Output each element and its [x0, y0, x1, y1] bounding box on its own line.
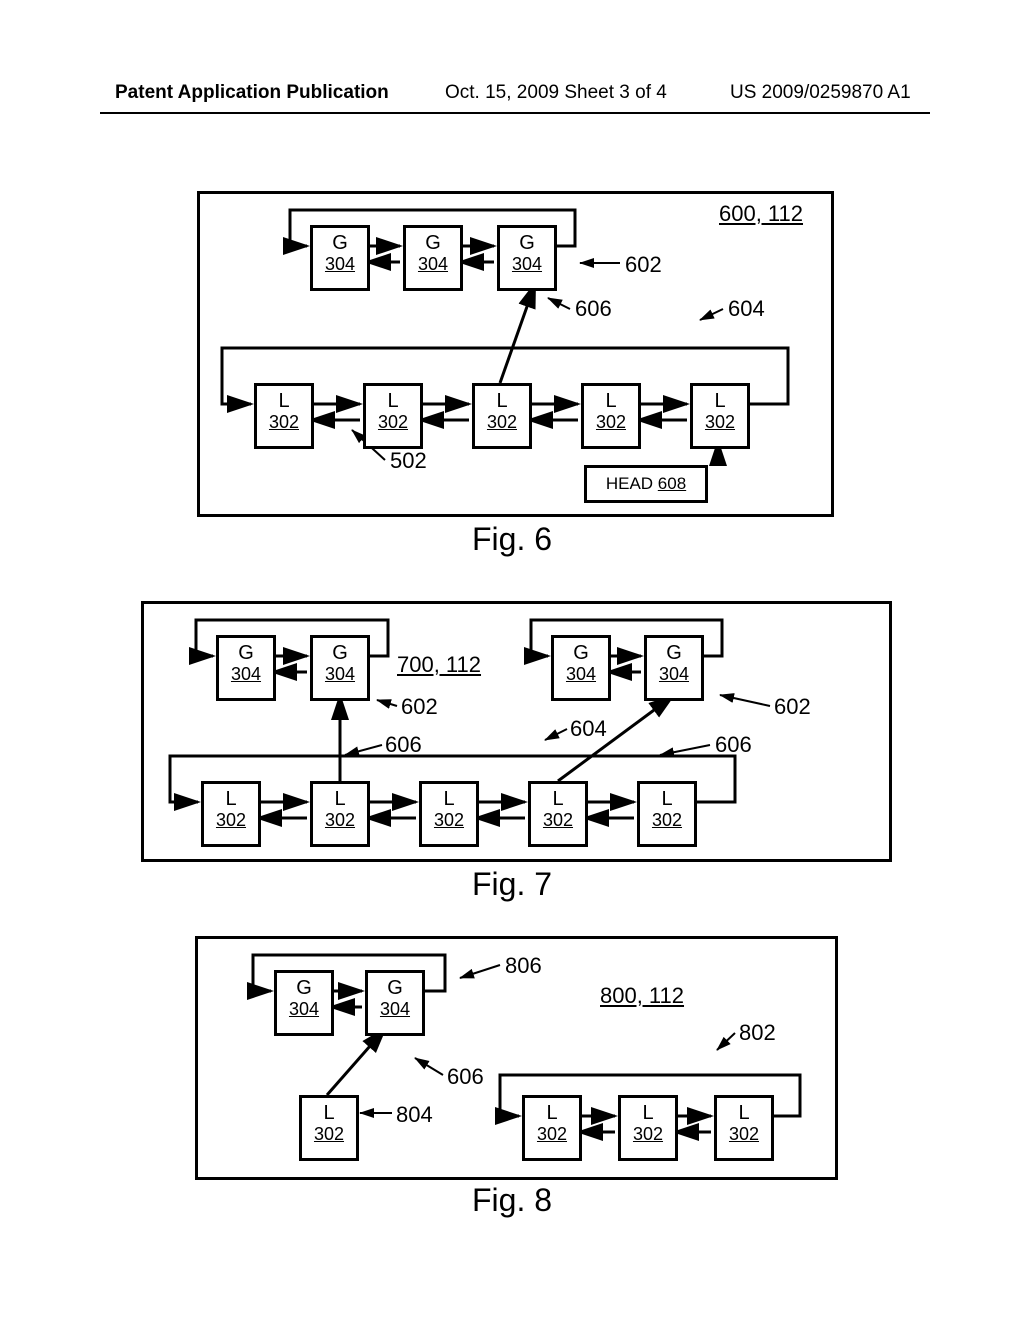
fig6-g-2: G 304: [403, 225, 463, 291]
fig6-606: 606: [575, 296, 612, 322]
fig7-604: 604: [570, 716, 607, 742]
fig6-head: HEAD 608: [584, 465, 708, 503]
header-right: US 2009/0259870 A1: [730, 82, 911, 104]
fig8-g-2: G304: [365, 970, 425, 1036]
g-ref: 304: [406, 255, 460, 273]
fig8-caption: Fig. 8: [0, 1182, 1024, 1219]
fig7-606a: 606: [385, 732, 422, 758]
fig6-502: 502: [390, 448, 427, 474]
head-label: HEAD: [606, 474, 653, 493]
fig7-l-1: L302: [201, 781, 261, 847]
fig6-caption: Fig. 6: [0, 521, 1024, 558]
l-ref: 302: [475, 413, 529, 431]
fig7-606b: 606: [715, 732, 752, 758]
header-mid: Oct. 15, 2009 Sheet 3 of 4: [445, 82, 667, 104]
g-ref: 304: [500, 255, 554, 273]
g-label: G: [519, 232, 535, 254]
l-label: L: [496, 390, 507, 412]
fig6-l-1: L 302: [254, 383, 314, 449]
fig6-604: 604: [728, 296, 765, 322]
l-ref: 302: [693, 413, 747, 431]
fig7-602b: 602: [774, 694, 811, 720]
fig8-l-iso: L302: [299, 1095, 359, 1161]
header-left: Patent Application Publication: [115, 82, 389, 104]
fig6-g-3: G 304: [497, 225, 557, 291]
fig7-l-2: L302: [310, 781, 370, 847]
l-label: L: [714, 390, 725, 412]
g-label: G: [425, 232, 441, 254]
fig8-l-3: L302: [714, 1095, 774, 1161]
page: Patent Application Publication Oct. 15, …: [0, 0, 1024, 1320]
fig8-l-1: L302: [522, 1095, 582, 1161]
fig7-602a: 602: [401, 694, 438, 720]
fig7-mainref: 700, 112: [397, 652, 481, 678]
fig7-caption: Fig. 7: [0, 866, 1024, 903]
fig8-806: 806: [505, 953, 542, 979]
fig7-l-5: L302: [637, 781, 697, 847]
l-label: L: [605, 390, 616, 412]
fig8-g-1: G304: [274, 970, 334, 1036]
fig6-mainref: 600, 112: [719, 201, 803, 227]
l-label: L: [278, 390, 289, 412]
fig8-802: 802: [739, 1020, 776, 1046]
fig8-606: 606: [447, 1064, 484, 1090]
l-label: L: [387, 390, 398, 412]
fig6-l-3: L 302: [472, 383, 532, 449]
fig6-g-1: G 304: [310, 225, 370, 291]
l-ref: 302: [257, 413, 311, 431]
fig6-602: 602: [625, 252, 662, 278]
fig8-804: 804: [396, 1102, 433, 1128]
head-ref: 608: [658, 474, 686, 493]
fig7-g-4: G304: [644, 635, 704, 701]
g-ref: 304: [313, 255, 367, 273]
fig6-l-5: L 302: [690, 383, 750, 449]
fig6-l-4: L 302: [581, 383, 641, 449]
fig7-g-2: G304: [310, 635, 370, 701]
fig6-l-2: L 302: [363, 383, 423, 449]
fig8-mainref: 800, 112: [600, 983, 684, 1009]
header-rule: [100, 112, 930, 114]
fig8-l-2: L302: [618, 1095, 678, 1161]
fig7-g-1: G304: [216, 635, 276, 701]
g-label: G: [332, 232, 348, 254]
l-ref: 302: [584, 413, 638, 431]
l-ref: 302: [366, 413, 420, 431]
fig7-l-3: L302: [419, 781, 479, 847]
fig7-l-4: L302: [528, 781, 588, 847]
fig7-g-3: G304: [551, 635, 611, 701]
